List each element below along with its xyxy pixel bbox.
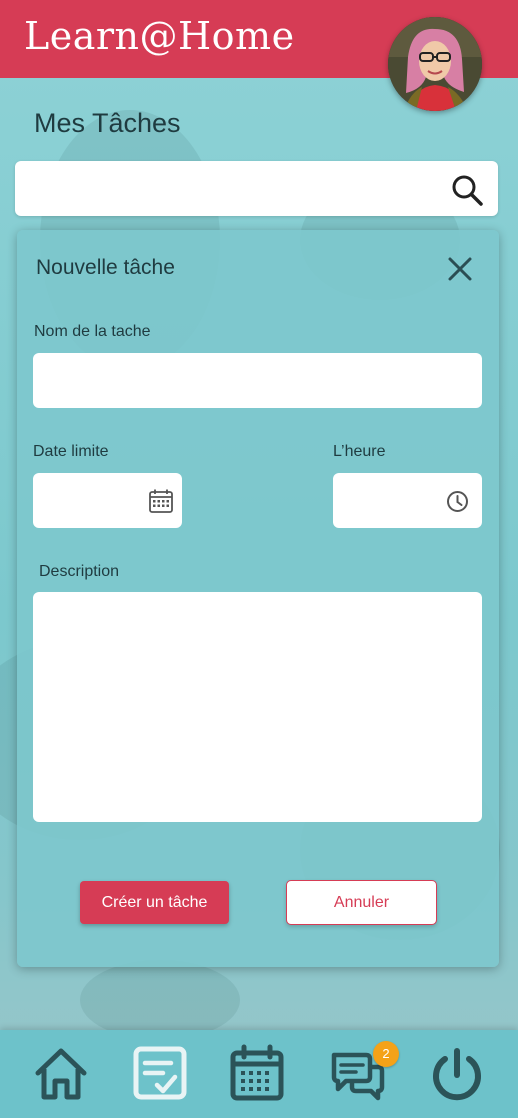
home-icon[interactable]: [30, 1043, 92, 1105]
create-task-button[interactable]: Créer un tâche: [80, 881, 229, 924]
user-avatar[interactable]: [388, 17, 482, 111]
calendar-icon[interactable]: [148, 488, 174, 514]
close-icon[interactable]: [446, 255, 474, 283]
chat-badge: 2: [373, 1041, 399, 1067]
description-label: Description: [39, 563, 120, 580]
task-name-label: Nom de la tache: [34, 323, 151, 340]
search-bar: [15, 161, 498, 216]
description-textarea[interactable]: [33, 592, 482, 822]
search-icon[interactable]: [450, 173, 484, 207]
new-task-title: Nouvelle tâche: [36, 256, 175, 279]
clock-icon[interactable]: [446, 490, 469, 513]
cancel-button[interactable]: Annuler: [286, 880, 437, 925]
task-name-input[interactable]: [33, 353, 482, 408]
user-avatar-icon: [388, 17, 482, 111]
time-label: L’heure: [333, 443, 386, 460]
power-icon[interactable]: [426, 1043, 488, 1105]
search-input[interactable]: [27, 169, 437, 208]
due-date-label: Date limite: [33, 443, 109, 460]
app-title: Learn@Home: [24, 14, 295, 58]
calendar-nav-icon[interactable]: [226, 1043, 288, 1105]
page-title: Mes Tâches: [34, 108, 181, 138]
tasks-icon[interactable]: [129, 1043, 191, 1105]
